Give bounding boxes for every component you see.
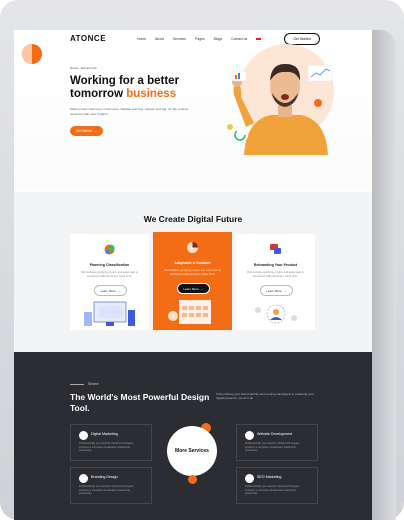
card-title: Adaptable & Scalable	[174, 261, 211, 265]
learn-more-label: Learn More	[266, 288, 282, 293]
service-name: Branding Design	[91, 475, 118, 479]
service-card-digital-marketing[interactable]: Digital Marketing Professionally you net…	[70, 424, 152, 461]
marketing-icon	[79, 431, 88, 440]
service-description: Professionally you network critical tech…	[79, 485, 134, 496]
learn-more-label: Learn More	[183, 286, 199, 291]
service-description: Professionally you network critical tech…	[245, 485, 300, 496]
breadcrumb: Home · Service Info	[70, 66, 97, 70]
calendar-illustration	[168, 300, 211, 324]
arrow-right-icon: →	[93, 129, 98, 133]
logo[interactable]: ATONCE	[70, 34, 106, 43]
arrow-right-icon: →	[200, 286, 204, 291]
more-services-button[interactable]: More Services	[167, 426, 217, 476]
service-description: Professionally you network critical tech…	[245, 442, 300, 453]
service-name: Digital Marketing	[91, 432, 118, 436]
branding-icon	[79, 474, 88, 483]
tablet-edge	[372, 30, 396, 520]
code-icon	[245, 431, 254, 440]
nav-item-services[interactable]: Services	[173, 37, 186, 42]
service-card-branding-design[interactable]: Branding Design Professionally you netwo…	[70, 467, 152, 504]
seo-icon	[245, 474, 254, 483]
feature-card-planning: Planning Classification Pain includes gr…	[70, 234, 149, 330]
section-label: Service	[88, 382, 99, 386]
learn-more-button[interactable]: Learn More →	[177, 283, 210, 294]
card-description: Pain includes gratifying of pain, and an…	[81, 271, 138, 278]
learn-more-button[interactable]: Learn More →	[260, 285, 293, 296]
nav-item-pages[interactable]: Pages	[195, 37, 205, 42]
service-name: SEO Marketing	[257, 475, 282, 479]
monitor-illustration	[84, 301, 135, 326]
learn-more-label: Learn More	[100, 288, 116, 293]
service-card-seo-marketing[interactable]: SEO Marketing Professionally you network…	[236, 467, 318, 504]
pie-chart-icon	[187, 242, 198, 253]
nav-item-about[interactable]: About	[155, 37, 164, 42]
hero-get-started-button[interactable]: Get Started →	[70, 126, 103, 136]
arrow-right-icon: →	[283, 288, 287, 293]
hero-title: Working for a better tomorrow business	[70, 75, 210, 101]
card-title: Rebranding Your Product	[253, 263, 298, 267]
nav-item-blogs[interactable]: Blogs	[214, 37, 222, 42]
hero-person-image	[227, 63, 333, 155]
service-card-website-development[interactable]: Website Development Professionally you n…	[236, 424, 318, 461]
learn-more-button[interactable]: Learn More →	[94, 285, 127, 296]
services-description: If the refining your brand identity and …	[216, 392, 314, 401]
hero-description: Make product discovery continuous. Valid…	[70, 107, 189, 116]
card-description: Pain includes gratifying of pain, and an…	[164, 269, 221, 276]
hero-title-accent: business	[126, 88, 177, 100]
team-illustration	[255, 304, 297, 324]
section-title: We Create Digital Future	[143, 214, 243, 224]
feature-card-rebranding: Rebranding Your Product Pain includes gr…	[236, 234, 315, 330]
services-title: The World's Most Powerful Design Tool.	[70, 392, 210, 413]
web-page: ATONCE Home About Services Pages Blogs C…	[14, 30, 372, 520]
arrow-right-icon: →	[117, 288, 121, 293]
service-description: Professionally you network critical tech…	[79, 442, 134, 453]
hero-title-line2: tomorrow	[70, 88, 124, 100]
hero-button-label: Get Started	[75, 129, 92, 133]
chat-icon	[270, 244, 281, 254]
decorative-dot	[188, 475, 197, 484]
card-title: Planning Classification	[89, 263, 130, 267]
divider	[70, 384, 84, 385]
card-description: Pain includes gratifying of pain, and an…	[247, 271, 304, 278]
planning-icon	[104, 244, 115, 255]
hero-title-line1: Working for a better	[70, 75, 180, 87]
service-name: Website Development	[257, 432, 293, 436]
feature-card-adaptable: Adaptable & Scalable Pain includes grati…	[153, 232, 232, 330]
nav-item-home[interactable]: Home	[137, 37, 146, 42]
